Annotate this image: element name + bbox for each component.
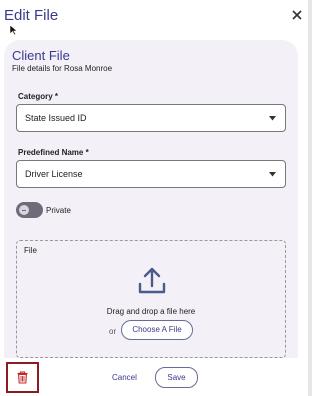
private-toggle[interactable]	[16, 202, 43, 218]
predefined-name-select[interactable]: Driver License	[16, 160, 286, 188]
dialog-title: Edit File	[4, 7, 59, 24]
dialog-header: Edit File	[0, 0, 312, 32]
card-subtitle: File details for Rosa Monroe	[12, 64, 113, 73]
mouse-cursor-icon	[9, 24, 18, 36]
save-button[interactable]: Save	[155, 367, 198, 388]
close-button[interactable]	[288, 6, 306, 24]
trash-icon	[17, 371, 28, 384]
card-title: Client File	[12, 48, 70, 63]
toggle-knob	[19, 205, 29, 215]
predefined-name-label: Predefined Name *	[18, 148, 89, 157]
category-select[interactable]: State Issued ID	[16, 104, 286, 132]
delete-button[interactable]	[6, 362, 39, 393]
private-toggle-label: Private	[46, 206, 71, 215]
category-value: State Issued ID	[25, 113, 87, 123]
chevron-down-icon	[269, 116, 276, 121]
drop-instructions: Drag and drop a file here	[106, 307, 196, 316]
edit-file-dialog: Edit File Client File File details for R…	[0, 0, 312, 396]
chevron-down-icon	[269, 172, 276, 177]
scrollbar-track[interactable]	[308, 0, 312, 396]
predefined-name-value: Driver License	[25, 169, 83, 179]
file-dropzone[interactable]: File Drag and drop a file here or Choose…	[16, 240, 286, 358]
category-label: Category *	[18, 92, 59, 101]
file-label: File	[24, 246, 37, 255]
cancel-button[interactable]: Cancel	[112, 373, 137, 382]
dialog-footer: Cancel Save	[0, 360, 312, 396]
client-file-card: Client File File details for Rosa Monroe…	[4, 40, 298, 358]
choose-file-button[interactable]: Choose A File	[121, 320, 193, 340]
upload-icon	[138, 267, 166, 294]
close-icon	[292, 10, 302, 20]
or-text: or	[109, 327, 117, 336]
